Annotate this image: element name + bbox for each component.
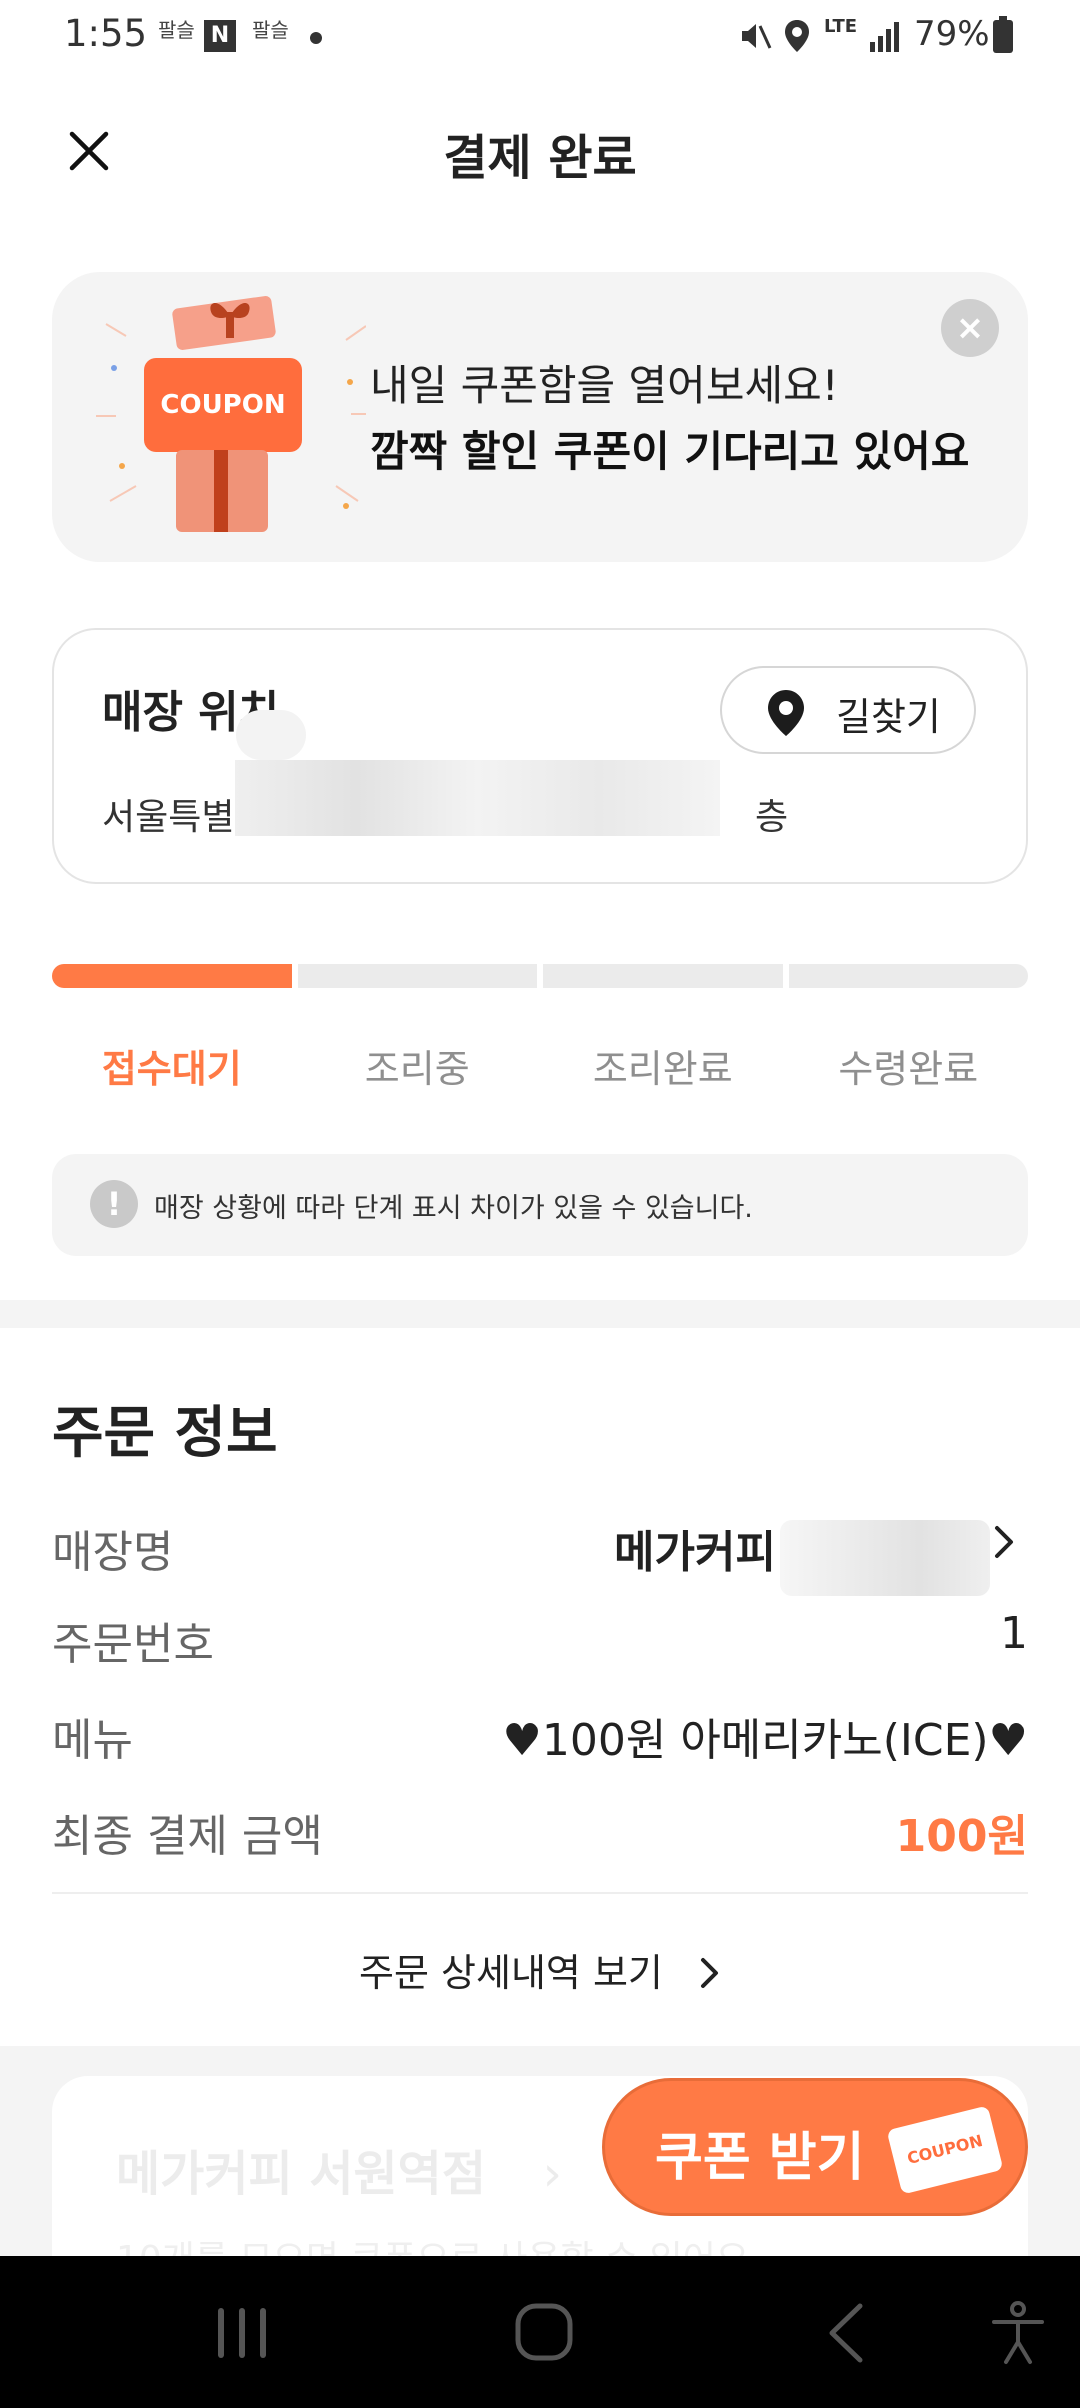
status-bar: 1:55 팔슬 N 팔슬 LTE 79%	[0, 0, 1080, 72]
total-amount-label: 최종 결제 금액	[52, 1811, 323, 1862]
directions-button[interactable]: 길찾기	[720, 666, 976, 754]
battery-icon	[993, 16, 1013, 53]
store-address: 서울특별	[102, 797, 235, 838]
redacted-area	[235, 760, 720, 836]
get-coupon-button[interactable]: 쿠폰 받기 COUPON	[602, 2078, 1028, 2216]
store-name-label: 매장명	[52, 1527, 174, 1578]
divider	[52, 1892, 1028, 1894]
progress-segment	[543, 964, 783, 988]
chevron-right-icon[interactable]	[992, 1524, 1016, 1560]
get-coupon-label: 쿠폰 받기	[655, 2128, 865, 2188]
progress-step-label: 접수대기	[101, 1047, 242, 1091]
directions-label: 길찾기	[836, 695, 941, 739]
recent-apps-icon[interactable]	[214, 2304, 270, 2362]
order-detail-label: 주문 상세내역 보기	[359, 1951, 663, 1995]
progress-segment	[52, 964, 292, 988]
info-icon: !	[90, 1180, 138, 1228]
stamp-store-name: 메가커피 서원역점 ›	[116, 2146, 562, 2202]
mute-icon	[742, 24, 772, 49]
coupon-ticket-icon: COUPON	[886, 2105, 1004, 2195]
order-info-title: 주문 정보	[52, 1401, 278, 1466]
progress-step-label: 수령완료	[838, 1047, 979, 1091]
notification-icon: 팔슬	[158, 18, 195, 42]
signal-icon	[870, 22, 899, 52]
menu-label: 메뉴	[52, 1715, 133, 1766]
banner-close-icon[interactable]: ×	[941, 299, 999, 357]
accessibility-icon[interactable]	[990, 2300, 1046, 2366]
gift-bow-icon	[210, 302, 250, 338]
naver-icon: N	[204, 20, 236, 52]
banner-text-line2: 깜짝 할인 쿠폰이 기다리고 있어요	[370, 427, 970, 476]
banner-text-line1: 내일 쿠폰함을 열어보세요!	[370, 361, 839, 410]
coupon-ticket-icon: COUPON	[144, 358, 302, 452]
section-divider	[0, 1300, 1080, 1328]
back-icon[interactable]	[826, 2302, 866, 2364]
location-icon	[785, 20, 809, 52]
notification-icon: 팔슬	[252, 18, 289, 42]
progress-step-label: 조리완료	[592, 1047, 733, 1091]
progress-segment	[788, 964, 1028, 988]
page-title: 결제 완료	[443, 130, 637, 186]
order-detail-link[interactable]: 주문 상세내역 보기	[0, 1942, 1080, 1997]
order-number-label: 주문번호	[52, 1619, 214, 1670]
redacted-area	[780, 1520, 990, 1596]
system-nav-bar	[0, 2256, 1080, 2408]
redacted-area	[236, 710, 306, 760]
menu-value: ♥100원 아메리카노(ICE)♥	[502, 1715, 1028, 1766]
notice-text: 매장 상황에 따라 단계 표시 차이가 있을 수 있습니다.	[154, 1193, 753, 1224]
more-notifications-icon	[310, 32, 322, 44]
progress-step-label: 조리중	[364, 1047, 470, 1091]
battery-percent: 79%	[914, 14, 990, 54]
gift-ribbon	[214, 450, 228, 532]
store-name-value[interactable]: 메가커피	[614, 1516, 776, 1580]
chevron-right-icon	[700, 1958, 718, 1988]
order-number-value: 1	[1000, 1608, 1028, 1659]
status-time: 1:55	[64, 12, 148, 55]
map-pin-icon	[768, 690, 804, 736]
home-icon[interactable]	[514, 2302, 574, 2362]
network-type: LTE	[824, 16, 858, 37]
store-address-floor: 층	[755, 797, 789, 838]
total-amount-value: 100원	[895, 1811, 1028, 1862]
progress-segment	[297, 964, 537, 988]
